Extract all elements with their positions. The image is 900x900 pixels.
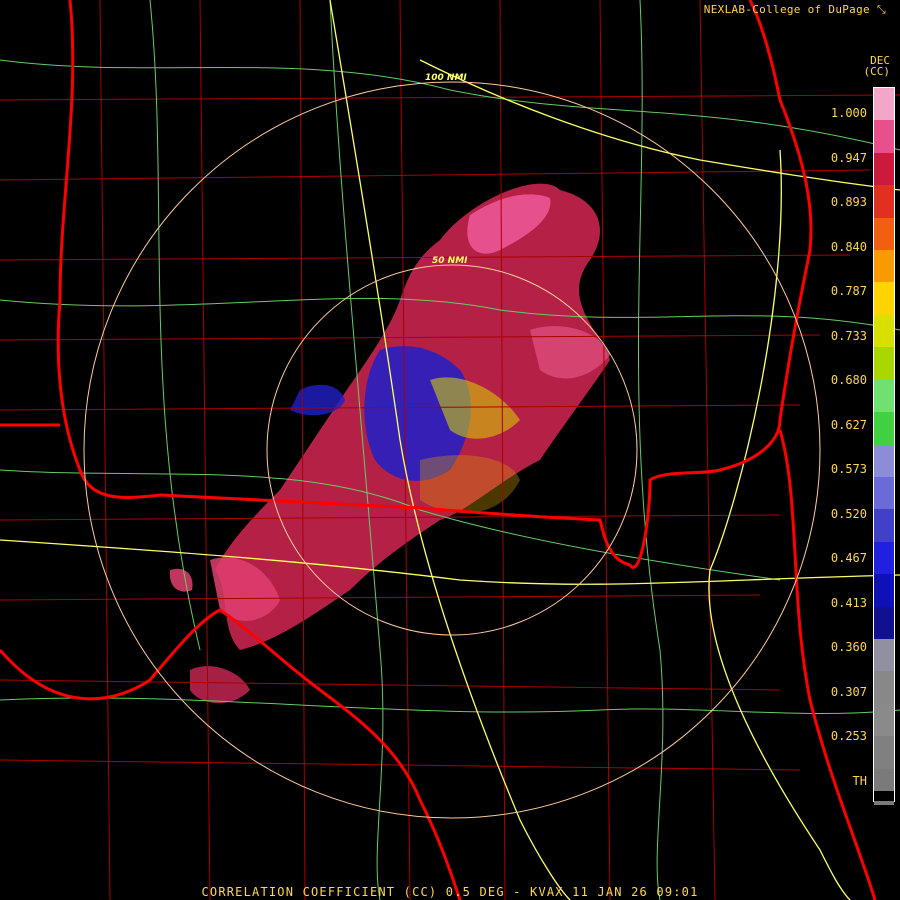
- colorbar-swatch: [874, 88, 894, 124]
- colorbar-swatch: [874, 703, 894, 740]
- units-bottom: (CC): [863, 65, 891, 78]
- colorbar-label: 0.520: [830, 506, 867, 521]
- colorbar-label: 0.360: [830, 640, 867, 654]
- colorbar-label: 1.000: [830, 106, 867, 120]
- colorbar-swatch: [874, 574, 894, 611]
- colorbar-swatch: [874, 541, 894, 578]
- colorbar-label: 0.947: [830, 150, 867, 165]
- radar-echo-main: [169, 183, 610, 704]
- colorbar-swatch-th: [874, 791, 894, 801]
- colorbar-swatch: [874, 671, 894, 708]
- colorbar-swatch: [874, 444, 894, 481]
- colorbar-swatch: [874, 379, 894, 416]
- ring-label-50: 50 NMI: [432, 256, 468, 266]
- colorbar-label: 0.627: [830, 417, 867, 432]
- colorbar-swatch: [874, 736, 894, 773]
- colorbar-label: 0.467: [830, 551, 867, 565]
- colorbar-label: 0.733: [830, 328, 867, 343]
- colorbar-swatch: [874, 347, 894, 384]
- colorbar-swatch: [874, 185, 894, 222]
- colorbar-swatch: [874, 120, 894, 157]
- colorbar-label: 0.893: [830, 195, 867, 209]
- colorbar-units: DEC (CC): [864, 55, 891, 77]
- colorbar-label: 0.680: [830, 373, 867, 387]
- credit-line: NEXLAB-College of DuPage ⤡: [704, 3, 886, 17]
- colorbar-label: 0.413: [830, 595, 867, 610]
- colorbar-label: 0.307: [830, 684, 867, 699]
- colorbar-swatch: [874, 476, 894, 513]
- product-line: CORRELATION COEFFICIENT (CC) 0.5 DEG - K…: [201, 885, 699, 899]
- colorbar-swatch: [874, 606, 894, 643]
- radar-viewer: NEXLAB-College of DuPage ⤡ DEC (CC) 1.00…: [0, 0, 900, 900]
- ring-label-100: 100 NMI: [425, 73, 467, 83]
- credit-text: NEXLAB-College of DuPage: [703, 3, 870, 16]
- colorbar-swatch: [874, 217, 894, 254]
- colorbar-swatch: [874, 282, 894, 319]
- colorbar-swatch: [874, 509, 894, 546]
- nexlab-logo-icon: ⤡: [876, 3, 886, 16]
- radar-map: [0, 0, 900, 900]
- colorbar: [873, 87, 895, 805]
- colorbar-label: 0.787: [830, 284, 867, 298]
- colorbar-label: 0.573: [830, 462, 867, 476]
- colorbar-label: 0.253: [830, 729, 867, 743]
- colorbar-swatch: [874, 250, 894, 286]
- colorbar-swatch: [874, 152, 894, 189]
- colorbar-swatch: [874, 638, 894, 675]
- colorbar-swatch: [874, 314, 894, 351]
- colorbar-swatch: [874, 412, 894, 449]
- colorbar-label: TH: [852, 773, 867, 788]
- colorbar-label: 0.840: [830, 239, 867, 254]
